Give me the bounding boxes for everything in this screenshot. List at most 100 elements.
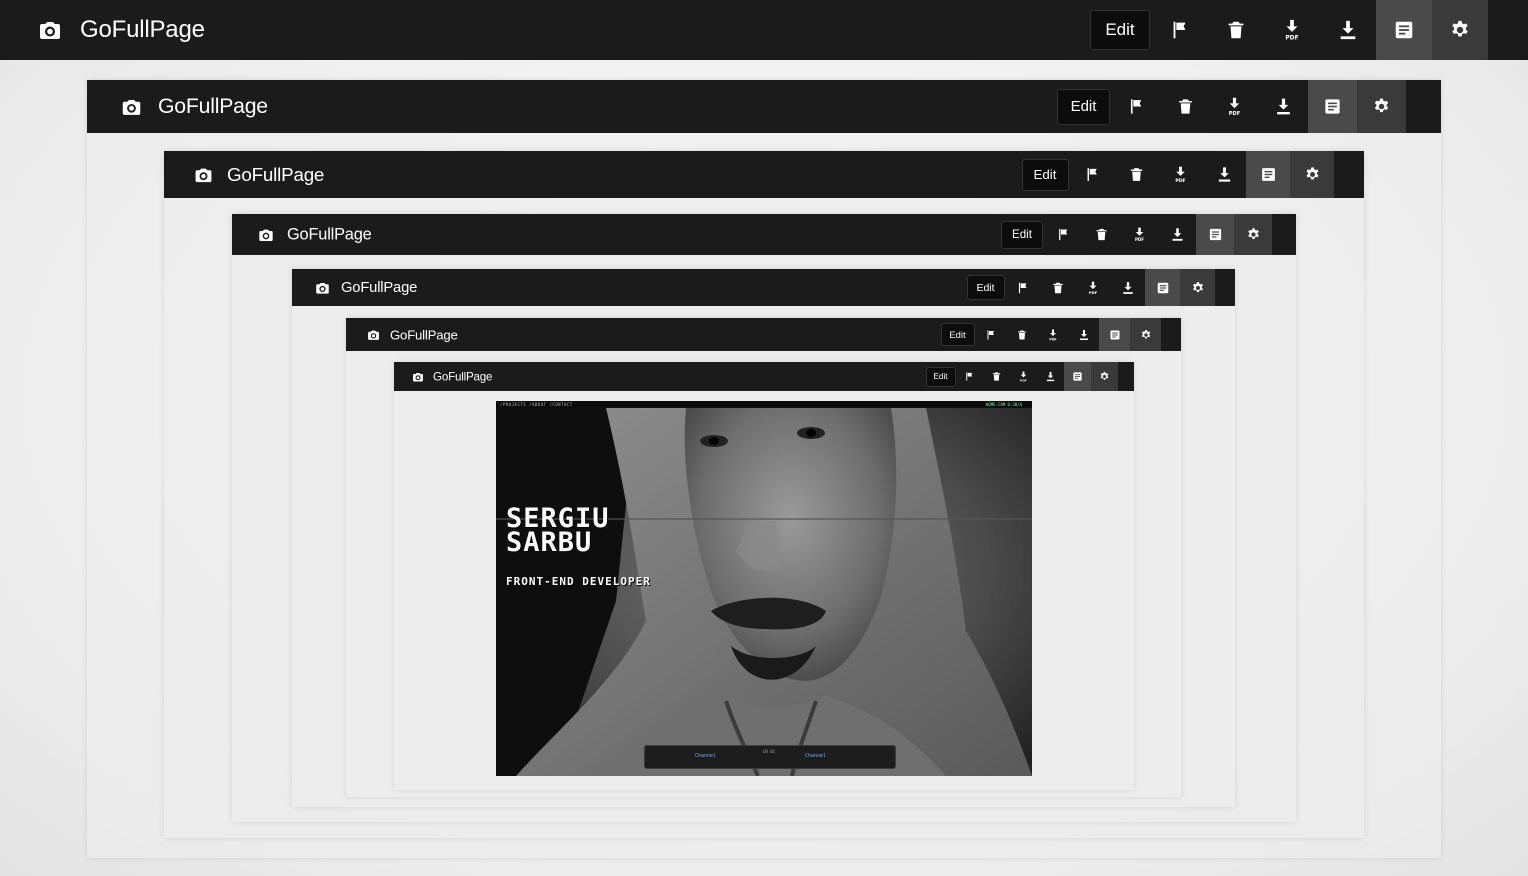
trash-button[interactable]	[1208, 0, 1264, 60]
edit-tool: Edit	[966, 269, 1005, 306]
gear-button[interactable]	[1180, 269, 1215, 306]
flag-button[interactable]	[1044, 214, 1082, 255]
flag-button[interactable]	[1152, 0, 1208, 60]
download-pdf-button[interactable]: PDF	[1120, 214, 1158, 255]
download-button[interactable]	[1068, 318, 1099, 351]
svg-text:PDF: PDF	[1049, 337, 1056, 341]
document-button[interactable]	[1308, 80, 1357, 133]
document-icon	[1393, 19, 1415, 41]
edit-tool: Edit	[940, 318, 975, 351]
document-icon	[1156, 281, 1170, 295]
document-icon	[1072, 371, 1083, 382]
app-title: GoFullPage	[80, 16, 205, 43]
trash-icon	[1176, 97, 1195, 116]
download-button[interactable]	[1110, 269, 1145, 306]
document-button[interactable]	[1246, 151, 1290, 198]
document-icon	[1208, 227, 1223, 242]
edit-button[interactable]: Edit	[1001, 220, 1043, 249]
toolbar-actions: Edit PDF	[1055, 80, 1441, 133]
download-pdf-button[interactable]: PDF	[1075, 269, 1110, 306]
download-pdf-button[interactable]: PDF	[1210, 80, 1259, 133]
gofullpage-toolbar: GoFullPage Edit PDF	[394, 362, 1134, 391]
gear-button[interactable]	[1091, 362, 1118, 391]
flag-button[interactable]	[1005, 269, 1040, 306]
app-title: GoFullPage	[158, 94, 268, 118]
document-button[interactable]	[1196, 214, 1234, 255]
download-pdf-button[interactable]: PDF	[1264, 0, 1320, 60]
flag-icon	[1016, 281, 1030, 295]
flag-icon	[1056, 227, 1071, 242]
gear-icon	[1246, 227, 1261, 242]
flag-button[interactable]	[1070, 151, 1114, 198]
edit-tool: Edit	[1055, 80, 1112, 133]
gear-icon	[1372, 97, 1391, 116]
edit-tool: Edit	[1000, 214, 1044, 255]
captured-nav-links: /PROJECTS /ABOUT /CONTACT	[500, 402, 573, 407]
gear-button[interactable]	[1290, 151, 1334, 198]
trash-button[interactable]	[1114, 151, 1158, 198]
gear-button[interactable]	[1432, 0, 1488, 60]
download-icon	[1170, 227, 1185, 242]
download-icon	[1121, 281, 1135, 295]
trash-icon	[1128, 166, 1145, 183]
download-button[interactable]	[1320, 0, 1376, 60]
edit-button[interactable]: Edit	[925, 366, 956, 387]
svg-text:PDF: PDF	[1020, 378, 1027, 382]
camera-icon	[315, 280, 330, 295]
trash-icon	[1016, 329, 1028, 341]
trash-button[interactable]	[1040, 269, 1075, 306]
document-icon	[1109, 329, 1121, 341]
trash-button[interactable]	[1082, 214, 1120, 255]
gofullpage-toolbar: GoFullPage Edit PDF	[164, 151, 1364, 198]
download-button[interactable]	[1158, 214, 1196, 255]
edit-tool: Edit	[1088, 0, 1152, 60]
flag-button[interactable]	[1112, 80, 1161, 133]
gear-icon	[1449, 19, 1471, 41]
download-pdf-icon: PDF	[1086, 281, 1100, 295]
player-mid-label: CH 01	[763, 749, 776, 754]
camera-icon	[258, 227, 274, 243]
download-pdf-button[interactable]: PDF	[1010, 362, 1037, 391]
gear-button[interactable]	[1130, 318, 1161, 351]
camera-icon	[38, 18, 62, 42]
edit-button[interactable]: Edit	[1021, 158, 1069, 191]
edit-button[interactable]: Edit	[940, 323, 975, 346]
edit-button[interactable]: Edit	[1057, 88, 1110, 125]
edit-tool: Edit	[925, 362, 956, 391]
flag-button[interactable]	[956, 362, 983, 391]
edit-button[interactable]: Edit	[1090, 10, 1150, 50]
hero-name-line2: SARBU	[506, 527, 593, 558]
download-button[interactable]	[1037, 362, 1064, 391]
document-button[interactable]	[1099, 318, 1130, 351]
gear-button[interactable]	[1234, 214, 1272, 255]
svg-text:PDF: PDF	[1175, 178, 1185, 183]
trash-button[interactable]	[1161, 80, 1210, 133]
download-button[interactable]	[1202, 151, 1246, 198]
document-button[interactable]	[1376, 0, 1432, 60]
flag-button[interactable]	[975, 318, 1006, 351]
download-pdf-button[interactable]: PDF	[1037, 318, 1068, 351]
edit-button[interactable]: Edit	[966, 275, 1005, 300]
toolbar-end-pad	[1406, 80, 1441, 133]
gear-button[interactable]	[1357, 80, 1406, 133]
document-icon	[1323, 97, 1342, 116]
gofullpage-toolbar: GoFullPage Edit PDF	[0, 0, 1528, 60]
trash-icon	[1094, 227, 1109, 242]
toolbar-end-pad	[1215, 269, 1235, 306]
document-button[interactable]	[1064, 362, 1091, 391]
download-button[interactable]	[1259, 80, 1308, 133]
toolbar-actions: Edit PDF	[966, 269, 1235, 306]
captured-page-hero: /PROJECTS /ABOUT /CONTACT HOME-CAM 0:30/…	[496, 401, 1032, 776]
trash-icon	[1051, 281, 1065, 295]
trash-icon	[991, 371, 1002, 382]
portrait-photo	[496, 401, 1032, 776]
edit-tool: Edit	[1020, 151, 1070, 198]
svg-text:PDF: PDF	[1134, 237, 1143, 242]
download-pdf-button[interactable]: PDF	[1158, 151, 1202, 198]
player-right-label: Channel	[805, 753, 827, 759]
camera-icon	[412, 371, 424, 383]
trash-button[interactable]	[983, 362, 1010, 391]
flag-icon	[1127, 97, 1146, 116]
document-button[interactable]	[1145, 269, 1180, 306]
trash-button[interactable]	[1006, 318, 1037, 351]
